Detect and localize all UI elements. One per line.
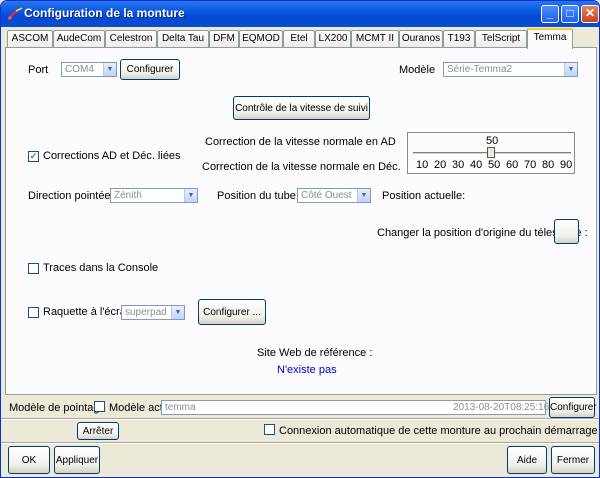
tick-label: 60 <box>506 159 519 171</box>
configure-pad-button[interactable]: Configurer ... <box>198 299 266 325</box>
tick-label: 40 <box>470 159 483 171</box>
speed-correction-slider[interactable]: 50 10 20 30 40 50 60 70 80 90 <box>407 132 575 174</box>
apply-button[interactable]: Appliquer <box>54 446 100 474</box>
config-window: Configuration de la monture _ □ ✕ ASCOM … <box>0 0 600 478</box>
temma-settings-panel: Port COM4 ▼ Configurer Modèle Série-Temm… <box>5 47 597 395</box>
active-model-checkbox[interactable] <box>94 401 105 412</box>
console-trace-checkbox[interactable] <box>28 263 39 274</box>
current-position-label: Position actuelle: <box>382 190 466 202</box>
active-model-label: Modèle actif <box>109 402 169 414</box>
tab-dfm[interactable]: DFM <box>209 30 239 48</box>
close-window-button[interactable]: ✕ <box>581 5 599 23</box>
tick-label: 20 <box>434 159 447 171</box>
website-label: Site Web de référence : <box>257 347 373 359</box>
tab-eqmod[interactable]: EQMOD <box>239 30 283 48</box>
pad-type-value: superpad <box>125 307 167 318</box>
separator <box>1 418 599 420</box>
maximize-button[interactable]: □ <box>561 5 579 23</box>
tick-label: 80 <box>542 159 555 171</box>
slider-value: 50 <box>486 135 499 147</box>
window-title: Configuration de la monture <box>24 6 185 20</box>
telescope-app-icon <box>7 7 23 20</box>
pad-type-select[interactable]: superpad ▼ <box>121 305 185 320</box>
port-select[interactable]: COM4 ▼ <box>61 62 117 77</box>
close-button[interactable]: Fermer <box>551 446 595 474</box>
pointing-model-label: Modèle de pointage <box>9 402 106 414</box>
tab-etel[interactable]: Etel <box>283 30 315 48</box>
slider-ticks: 10 20 30 40 50 60 70 80 90 <box>408 158 574 172</box>
linked-corrections-checkbox[interactable]: ✓ <box>28 151 39 162</box>
chevron-down-icon: ▼ <box>103 63 116 76</box>
direction-value: Zénith <box>114 190 142 201</box>
model-label: Modèle <box>399 64 436 76</box>
chevron-down-icon: ▼ <box>184 189 197 202</box>
tube-value: Côté Ouest <box>301 190 352 201</box>
tube-label: Position du tube: <box>217 190 299 202</box>
pointing-model-name: temma <box>165 402 196 413</box>
tab-ascom[interactable]: ASCOM <box>7 30 53 48</box>
tick-label: 50 <box>488 159 501 171</box>
onscreen-pad-label: Raquette à l'écran <box>43 306 132 318</box>
configure-pointing-button[interactable]: Configurer <box>549 397 597 418</box>
tube-side-select[interactable]: Côté Ouest ▼ <box>297 188 371 203</box>
tick-label: 90 <box>560 159 573 171</box>
tab-celestron[interactable]: Celestron <box>105 30 157 48</box>
model-select[interactable]: Série-Temma2 ▼ <box>443 62 578 77</box>
tab-ouranos[interactable]: Ouranos <box>399 30 443 48</box>
driver-tabstrip: ASCOM AudeCom Celestron Delta Tau DFM EQ… <box>5 28 597 49</box>
model-value: Série-Temma2 <box>447 64 513 75</box>
onscreen-pad-checkbox[interactable] <box>28 307 39 318</box>
pointing-model-timestamp: 2013-08-20T08:25:16 <box>453 402 550 413</box>
stop-button[interactable]: Arrêter <box>77 422 119 440</box>
port-value: COM4 <box>65 64 94 75</box>
tick-label: 70 <box>524 159 537 171</box>
tab-temma[interactable]: Temma <box>527 28 573 49</box>
direction-select[interactable]: Zénith ▼ <box>110 188 198 203</box>
slider-thumb[interactable] <box>487 147 495 158</box>
help-button[interactable]: Aide <box>507 446 547 474</box>
tab-audecom[interactable]: AudeCom <box>53 30 105 48</box>
tab-telscript[interactable]: TelScript <box>475 30 527 48</box>
tab-delta-tau[interactable]: Delta Tau <box>157 30 209 48</box>
port-label: Port <box>28 64 49 76</box>
auto-connect-checkbox[interactable] <box>264 424 275 435</box>
tab-mcmt-ii[interactable]: MCMT II <box>351 30 399 48</box>
console-trace-label: Traces dans la Console <box>43 262 159 274</box>
minimize-button[interactable]: _ <box>541 5 559 23</box>
ok-button[interactable]: OK <box>8 446 50 474</box>
separator <box>1 442 599 444</box>
auto-connect-label: Connexion automatique de cette monture a… <box>279 425 598 437</box>
title-bar[interactable]: Configuration de la monture _ □ ✕ <box>1 1 599 27</box>
chevron-down-icon: ▼ <box>357 189 370 202</box>
correction-dec-label: Correction de la vitesse normale en Déc. <box>202 161 401 173</box>
correction-ad-label: Correction de la vitesse normale en AD <box>205 136 396 148</box>
change-origin-button[interactable] <box>554 219 579 244</box>
tracking-speed-button[interactable]: Contrôle de la vitesse de suivi <box>233 96 370 120</box>
tick-label: 30 <box>452 159 465 171</box>
direction-label: Direction pointée: <box>28 190 114 202</box>
pointing-model-name-field: temma 2013-08-20T08:25:16 <box>161 400 550 415</box>
tab-t193[interactable]: T193 <box>443 30 475 48</box>
linked-corrections-label: Corrections AD et Déc. liées <box>43 150 181 162</box>
tick-label: 10 <box>416 159 429 171</box>
website-link[interactable]: N'existe pas <box>277 364 337 376</box>
chevron-down-icon: ▼ <box>564 63 577 76</box>
chevron-down-icon: ▼ <box>171 306 184 319</box>
tab-lx200[interactable]: LX200 <box>315 30 351 48</box>
configure-port-button[interactable]: Configurer <box>120 59 180 80</box>
